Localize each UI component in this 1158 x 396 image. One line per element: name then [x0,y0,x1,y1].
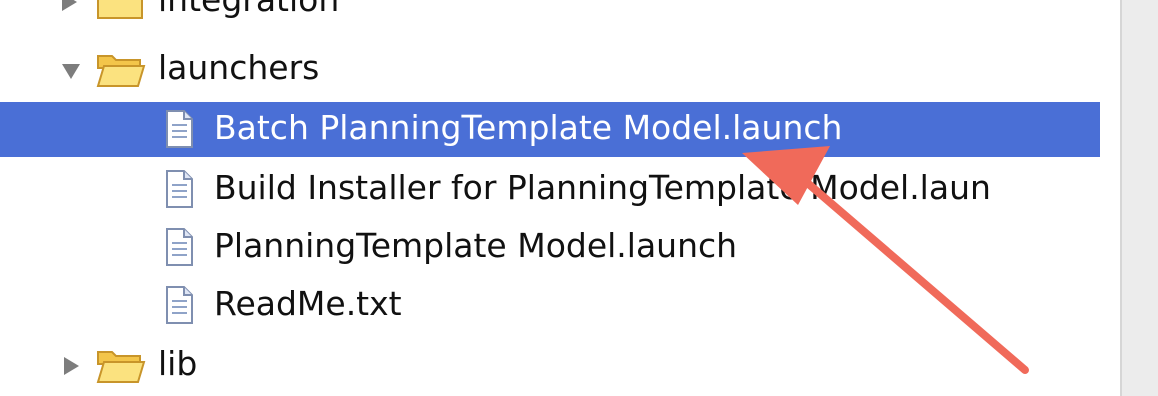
tree-item-readme[interactable]: ReadMe.txt [0,276,1100,336]
tree-item-label: PlanningTemplate Model.launch [214,226,738,265]
folder-icon [97,0,143,19]
collapsed-arrow-icon[interactable] [64,357,79,375]
collapsed-arrow-icon[interactable] [62,0,77,11]
text-file-icon [166,110,193,148]
tree-item-build-installer-launch[interactable]: Build Installer for PlanningTemplate Mod… [0,160,1100,220]
tree-item-label: integration [158,0,339,19]
tree-item-lib[interactable]: lib [0,336,1100,396]
tree-item-label: Build Installer for PlanningTemplate Mod… [214,168,991,207]
tree-item-label: lib [158,344,198,383]
tree-item-integration[interactable]: integration [0,0,1100,32]
tree-item-label: ReadMe.txt [214,284,402,323]
tree-item-launchers[interactable]: launchers [0,40,1100,100]
expanded-arrow-icon[interactable] [62,64,80,79]
tree-item-batch-launch[interactable]: Batch PlanningTemplate Model.launch [0,102,1100,157]
project-explorer-tree: integration launchers Batch PlanningTemp… [0,0,1158,396]
tree-item-planningtemplate-launch[interactable]: PlanningTemplate Model.launch [0,218,1100,278]
tree-item-label: launchers [158,48,320,87]
folder-open-icon [96,351,146,383]
text-file-icon [166,228,193,266]
folder-open-icon [96,55,146,87]
text-file-icon [166,286,193,324]
tree-item-label: Batch PlanningTemplate Model.launch [214,108,843,147]
text-file-icon [166,170,193,208]
scrollbar-gutter[interactable] [1120,0,1158,396]
